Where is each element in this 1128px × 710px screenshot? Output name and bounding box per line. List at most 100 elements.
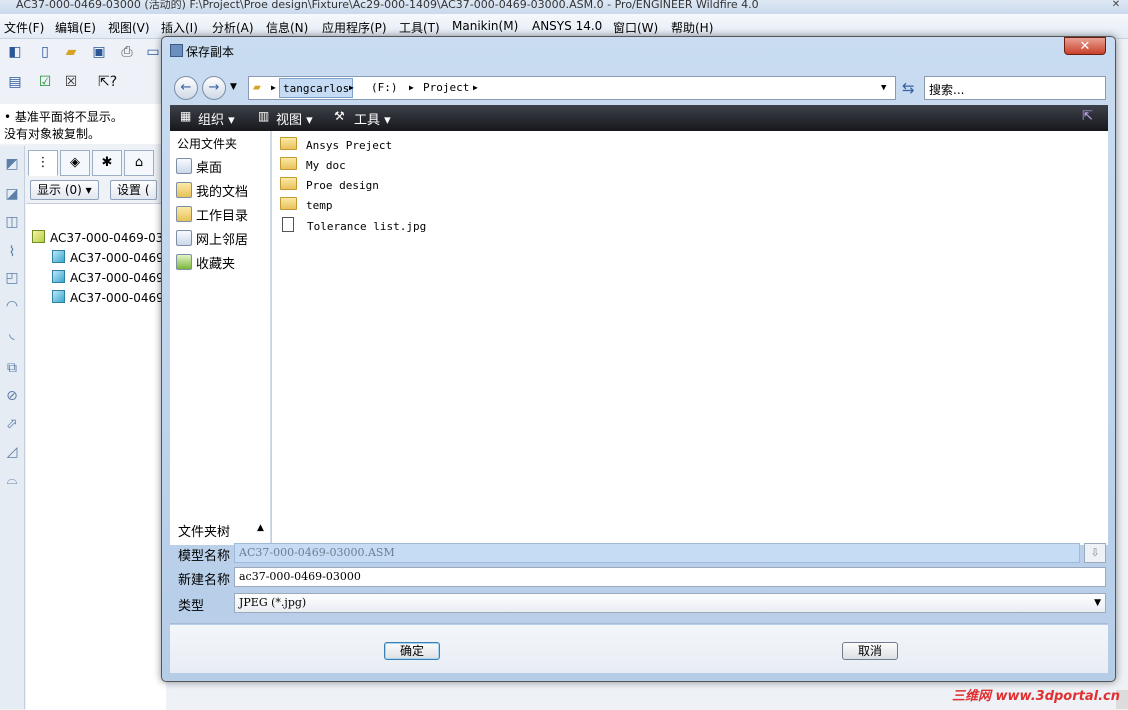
refresh-icon[interactable]: ⇆ xyxy=(902,79,915,97)
address-segment-drive[interactable]: (F:) xyxy=(371,81,398,94)
address-bar[interactable]: ▰ ▶ tangcarlos ▶ (F:) ▶ Project ▶ ▼ xyxy=(248,76,896,100)
back-arrow-icon[interactable]: ← xyxy=(174,76,198,100)
menu-applications[interactable]: 应用程序(P) xyxy=(322,19,387,36)
dialog-close-button[interactable]: ✕ xyxy=(1064,37,1106,55)
main-toolbar: ◧ ▯ ▰ ▣ ⎙ ▭ ▤ ☑ ☒ ⇱? xyxy=(0,39,165,99)
forward-arrow-icon[interactable]: → xyxy=(202,76,226,100)
datum-plane-icon[interactable]: ◩ xyxy=(2,154,22,174)
list-item[interactable]: Ansys Preject xyxy=(280,137,392,152)
sweep-icon[interactable]: ◟ xyxy=(2,324,22,344)
print-icon[interactable]: ⎙ xyxy=(118,43,136,61)
help-icon[interactable]: ⇱ xyxy=(1082,109,1093,124)
sidebar-item-my-documents[interactable]: 我的文档 xyxy=(176,181,248,200)
divider xyxy=(170,623,1108,624)
folder-icon xyxy=(280,157,297,170)
tree-node-root[interactable]: AC37-000-0469-030 xyxy=(32,230,171,245)
navigation-row: ← → ▼ ▰ ▶ tangcarlos ▶ (F:) ▶ Project ▶ … xyxy=(170,73,1108,105)
chevron-up-icon: ▲ xyxy=(257,523,264,533)
desktop-icon xyxy=(176,158,192,174)
menu-ansys[interactable]: ANSYS 14.0 xyxy=(532,19,602,33)
address-dropdown-icon[interactable]: ▼ xyxy=(881,83,886,93)
email-icon[interactable]: ▭ xyxy=(144,43,162,61)
new-name-input[interactable]: ac37-000-0469-03000 xyxy=(234,567,1106,587)
model-name-field: AC37-000-0469-03000.ASM xyxy=(234,543,1080,563)
revolve-icon[interactable]: ◠ xyxy=(2,296,22,316)
menu-manikin[interactable]: Manikin(M) xyxy=(452,19,518,33)
chevron-right-icon: ▶ xyxy=(271,83,276,92)
menu-tools[interactable]: 工具(T) xyxy=(399,19,440,36)
list-item[interactable]: Tolerance list.jpg xyxy=(280,217,426,233)
sidebar-item-favorites[interactable]: 收藏夹 xyxy=(176,253,235,272)
chevron-right-icon: ▶ xyxy=(349,83,354,92)
menu-file[interactable]: 文件(F) xyxy=(4,19,44,36)
address-segment-user[interactable]: tangcarlos xyxy=(279,78,354,98)
part-icon xyxy=(52,290,65,303)
organize-button[interactable]: 组织 ▾ xyxy=(198,109,235,128)
list-item[interactable]: Proe design xyxy=(280,177,379,192)
folder-icon xyxy=(280,177,297,190)
folder-browser-tab-icon[interactable]: ◈ xyxy=(60,150,90,176)
history-dropdown-icon[interactable]: ▼ xyxy=(230,82,237,92)
type-select[interactable]: JPEG (*.jpg) ▼ xyxy=(234,593,1106,613)
pattern-icon[interactable]: ⧉ xyxy=(2,358,22,378)
context-help-icon[interactable]: ⇱? xyxy=(98,73,117,91)
new-file-icon[interactable]: ▯ xyxy=(36,43,54,61)
menu-insert[interactable]: 插入(I) xyxy=(161,19,198,36)
chevron-right-icon: ▶ xyxy=(409,83,414,92)
app-title: AC37-000-0469-03000 (活动的) F:\Project\Pro… xyxy=(16,0,759,11)
tree-node[interactable]: AC37-000-0469- xyxy=(52,250,168,265)
open-folder-icon[interactable]: ▰ xyxy=(62,43,80,61)
show-button[interactable]: 显示 (0) ▾ xyxy=(30,180,99,200)
address-segment-project[interactable]: Project xyxy=(423,81,469,94)
new-name-label: 新建名称 xyxy=(178,573,231,588)
menu-help[interactable]: 帮助(H) xyxy=(671,19,713,36)
search-input[interactable]: 搜索... xyxy=(924,76,1106,100)
model-select-icon[interactable]: ⇩ xyxy=(1084,543,1106,563)
list-item[interactable]: temp xyxy=(280,197,333,212)
connections-tab-icon[interactable]: ⌂ xyxy=(124,150,154,176)
sidebar-item-network[interactable]: 网上邻居 xyxy=(176,229,248,248)
sidebar-item-working-directory[interactable]: 工作目录 xyxy=(176,205,248,224)
menu-analysis[interactable]: 分析(A) xyxy=(212,19,254,36)
sidebar-item-desktop[interactable]: 桌面 xyxy=(176,157,222,176)
list-item[interactable]: My doc xyxy=(280,157,346,172)
save-icon[interactable]: ▣ xyxy=(90,43,108,61)
favorites-icon xyxy=(176,254,192,270)
view-button[interactable]: 视图 ▾ xyxy=(276,109,313,128)
model-tree-tab-icon[interactable]: ⋮ xyxy=(28,150,58,176)
boundary-icon[interactable]: ⌓ xyxy=(2,470,22,490)
favorites-tab-icon[interactable]: ✱ xyxy=(92,150,122,176)
folder-tree-label: 文件夹树 xyxy=(178,525,231,540)
window-icon[interactable]: ▤ xyxy=(6,73,24,91)
layers-icon[interactable]: ◧ xyxy=(6,43,24,61)
sketch-icon[interactable]: ⌇ xyxy=(2,242,22,262)
tree-node[interactable]: AC37-000-0469- xyxy=(52,270,168,285)
settings-button[interactable]: 设置 ( xyxy=(110,180,157,200)
surface-icon[interactable]: ◿ xyxy=(2,442,22,462)
tree-node[interactable]: AC37-000-0469- xyxy=(52,290,168,305)
app-close-icon[interactable]: ✕ xyxy=(1108,0,1124,10)
menu-view[interactable]: 视图(V) xyxy=(108,19,150,36)
tools-button[interactable]: 工具 ▾ xyxy=(354,109,391,128)
organize-icon: ▦ xyxy=(180,109,192,123)
menu-window[interactable]: 窗口(W) xyxy=(613,19,658,36)
mirror-icon[interactable]: ⊘ xyxy=(2,386,22,406)
model-tree: AC37-000-0469-030 AC37-000-0469- AC37-00… xyxy=(26,203,171,710)
message-area: • 基准平面将不显示。 没有对象被复制。 xyxy=(0,104,165,144)
menu-info[interactable]: 信息(N) xyxy=(266,19,308,36)
extrude-icon[interactable]: ◰ xyxy=(2,268,22,288)
cancel-button[interactable]: 取消 xyxy=(842,642,898,660)
common-folders-pane: 公用文件夹 桌面 我的文档 工作目录 网上邻居 收藏夹 xyxy=(170,131,271,545)
datum-point-icon[interactable]: ◫ xyxy=(2,212,22,232)
ok-button[interactable]: 确定 xyxy=(384,642,440,660)
menu-edit[interactable]: 编辑(E) xyxy=(55,19,96,36)
close-window-icon[interactable]: ☒ xyxy=(62,73,80,91)
activate-icon[interactable]: ☑ xyxy=(36,73,54,91)
datum-axis-icon[interactable]: ◪ xyxy=(2,184,22,204)
feature-toolbar: ◩ ◪ ◫ ⌇ ◰ ◠ ◟ ⧉ ⊘ ⬀ ◿ ⌓ xyxy=(0,146,25,709)
documents-icon xyxy=(176,182,192,198)
search-placeholder: 搜索... xyxy=(929,83,965,97)
folder-tree-toggle[interactable]: 文件夹树 ▲ xyxy=(170,517,270,543)
move-icon[interactable]: ⬀ xyxy=(2,414,22,434)
command-bar: ▦ 组织 ▾ ▥ 视图 ▾ ⚒ 工具 ▾ ⇱ xyxy=(170,105,1108,131)
